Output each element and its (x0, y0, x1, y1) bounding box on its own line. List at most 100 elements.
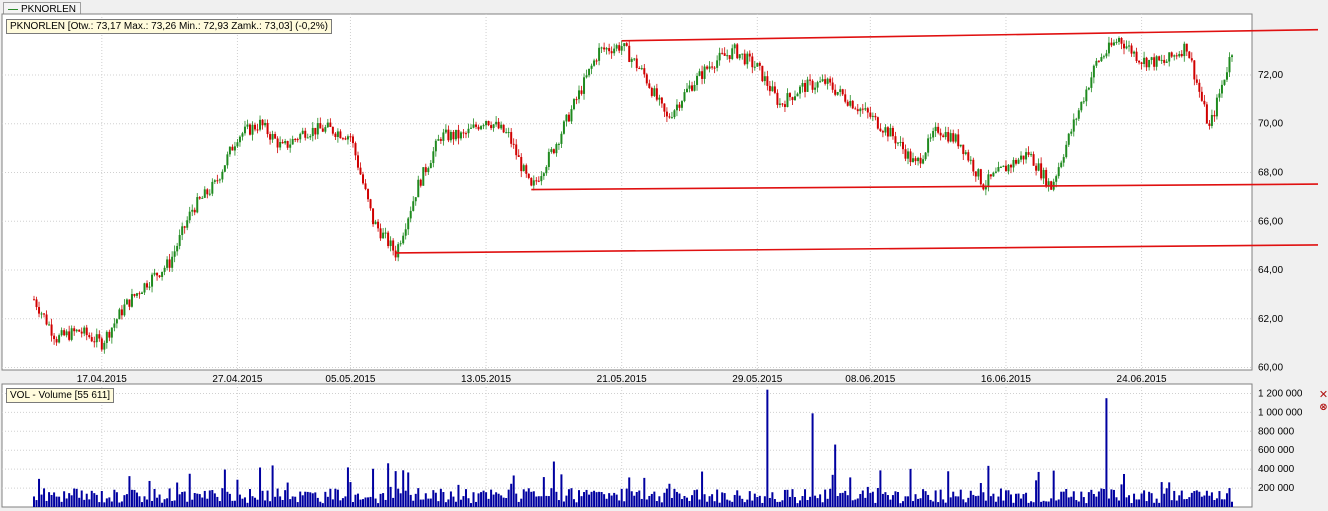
candle-body (668, 116, 671, 118)
candle-body (613, 48, 616, 54)
volume-bar (206, 498, 209, 507)
volume-bar (1110, 489, 1113, 507)
settings-icon[interactable]: ⊗ (1318, 403, 1328, 414)
volume-bar (279, 496, 282, 507)
volume-bar (1009, 494, 1012, 507)
candle-body (907, 151, 910, 159)
volume-bar (989, 496, 992, 507)
candle-body (683, 92, 686, 102)
candle-body (728, 55, 731, 59)
volume-bar (472, 492, 475, 507)
candle-body (146, 283, 149, 288)
candle-body (65, 331, 68, 336)
price-tick-label: 70,00 (1258, 119, 1283, 130)
candle-body (487, 120, 490, 126)
candle-body (324, 127, 327, 132)
volume-bar (633, 495, 636, 507)
volume-bar (1077, 501, 1080, 507)
candle-body (809, 79, 812, 81)
volume-bar (80, 490, 83, 507)
volume-bar (555, 491, 558, 507)
volume-bar (962, 499, 965, 507)
volume-bar (1105, 398, 1108, 507)
candle-body (314, 127, 317, 135)
volume-bar (788, 496, 791, 507)
candle-body (726, 55, 729, 57)
candle-body (701, 71, 704, 79)
volume-bar (233, 500, 236, 507)
volume-bar (773, 499, 776, 507)
volume-bar (362, 499, 365, 507)
candle-body (871, 115, 874, 117)
candle-body (949, 133, 952, 142)
candle-body (133, 294, 136, 296)
candle-body (864, 108, 867, 110)
candle-body (992, 172, 995, 177)
candle-body (123, 304, 126, 316)
candle-body (331, 126, 334, 134)
volume-bar (261, 490, 264, 507)
volume-bar (176, 482, 179, 507)
volume-bar (939, 489, 942, 507)
volume-bar (140, 502, 143, 507)
volume-bar (994, 501, 997, 507)
volume-bar (977, 495, 980, 507)
candle-body (640, 68, 643, 70)
volume-bar (791, 489, 794, 507)
candle-body (595, 60, 598, 62)
candle-body (166, 259, 169, 268)
candle-body (904, 149, 907, 159)
close-icon[interactable]: ✕ (1318, 390, 1328, 401)
volume-bar (417, 488, 420, 507)
candle-body (819, 81, 822, 83)
candle-body (176, 245, 179, 252)
candle-body (665, 111, 668, 117)
volume-bar (83, 499, 86, 507)
candle-body (600, 47, 603, 49)
volume-bar (389, 486, 392, 507)
volume-tick-label: 1 000 000 (1258, 407, 1303, 418)
candle-body (530, 177, 533, 186)
volume-bar (593, 490, 596, 507)
candle-body (68, 331, 71, 340)
volume-bar (545, 495, 548, 507)
candle-body (1004, 165, 1007, 172)
volume-bar (1112, 489, 1115, 507)
volume-bar (849, 477, 852, 507)
volume-bar (429, 498, 432, 507)
candle-body (379, 228, 382, 239)
candle-body (912, 158, 915, 163)
candle-body (1143, 57, 1146, 64)
volume-bar (459, 499, 462, 507)
candle-body (309, 136, 312, 138)
candle-body (261, 119, 264, 126)
candle-body (663, 103, 666, 112)
volume-bar (741, 498, 744, 507)
volume-bar (1085, 503, 1088, 507)
candle-body (922, 159, 925, 164)
volume-bar (203, 490, 206, 507)
candle-body (334, 133, 337, 137)
volume-bar (447, 499, 450, 507)
candle-body (741, 53, 744, 55)
candle-body (1027, 152, 1030, 155)
volume-bar (264, 500, 267, 507)
candle-body (118, 309, 121, 320)
volume-bar (804, 489, 807, 507)
candle-body (1072, 119, 1075, 132)
candle-body (140, 292, 143, 294)
candle-body (454, 129, 457, 140)
volume-bar (891, 495, 894, 507)
candle-body (412, 201, 415, 211)
candle-body (781, 103, 784, 105)
candle-body (223, 165, 226, 172)
volume-bar (500, 495, 503, 507)
candle-body (696, 75, 699, 85)
candle-body (1225, 72, 1228, 80)
candle-body (301, 130, 304, 134)
volume-bar (997, 496, 1000, 507)
volume-bar (806, 500, 809, 507)
volume-bar (746, 499, 749, 507)
candle-body (93, 341, 96, 343)
candle-body (894, 136, 897, 144)
